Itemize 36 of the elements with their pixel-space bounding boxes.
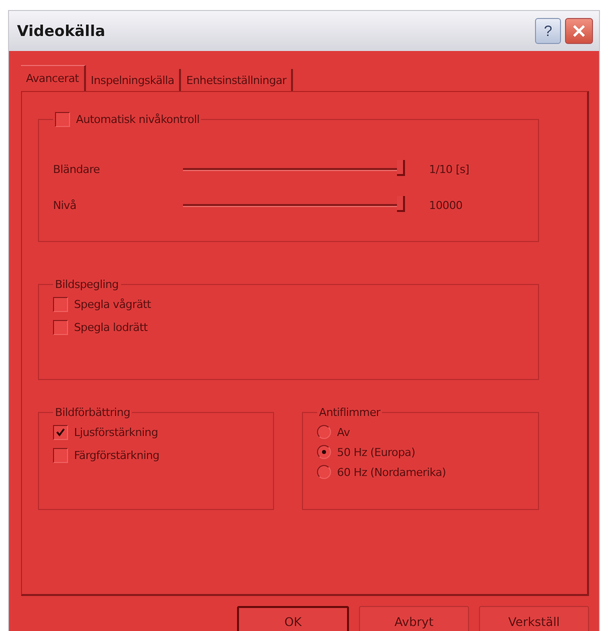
group-title: Bildförbättring (54, 406, 132, 419)
checkbox[interactable] (53, 425, 68, 440)
checkbox[interactable] (55, 112, 70, 127)
tab[interactable]: Enhetsinställningar (181, 69, 294, 91)
tab[interactable]: Avancerat (21, 65, 86, 91)
checkbox-label: Ljusförstärkning (74, 426, 158, 439)
slider-thumb[interactable] (397, 196, 405, 212)
help-button[interactable]: ? (535, 18, 561, 44)
close-icon (572, 24, 586, 38)
group-title: Bildspegling (54, 278, 120, 291)
window-title: Videokälla (17, 22, 106, 40)
checkbox-label: Färgförstärkning (74, 449, 160, 462)
radio-button[interactable] (317, 425, 331, 439)
close-button[interactable] (565, 18, 593, 44)
checkbox-label: Spegla vågrätt (74, 298, 151, 311)
checkbox-label: Spegla lodrätt (74, 321, 148, 334)
checkbox[interactable] (53, 297, 68, 312)
dialog-button[interactable]: Avbryt (359, 606, 469, 631)
dialog-button[interactable]: OK (237, 606, 349, 631)
tab[interactable]: Inspelningskälla (86, 69, 182, 91)
dialog-button[interactable]: Verkställ (479, 606, 589, 631)
slider-label: Nivå (53, 198, 78, 212)
checkmark-icon (56, 428, 65, 437)
checkbox-label: Automatisk nivåkontroll (76, 113, 200, 126)
radio-label: 60 Hz (Nordamerika) (337, 466, 446, 478)
radio-label: Av (337, 426, 350, 438)
slider-value: 10000 (429, 198, 462, 212)
radio-label: 50 Hz (Europa) (337, 446, 416, 458)
checkbox[interactable] (53, 320, 68, 335)
slider-value: 1/10 [s] (429, 162, 470, 176)
radio-button[interactable] (317, 445, 331, 459)
group-title: Antiflimmer (318, 406, 382, 419)
radio-button[interactable] (317, 465, 331, 479)
slider-label: Bländare (53, 162, 101, 176)
slider-thumb[interactable] (397, 160, 405, 176)
checkbox[interactable] (53, 448, 68, 463)
